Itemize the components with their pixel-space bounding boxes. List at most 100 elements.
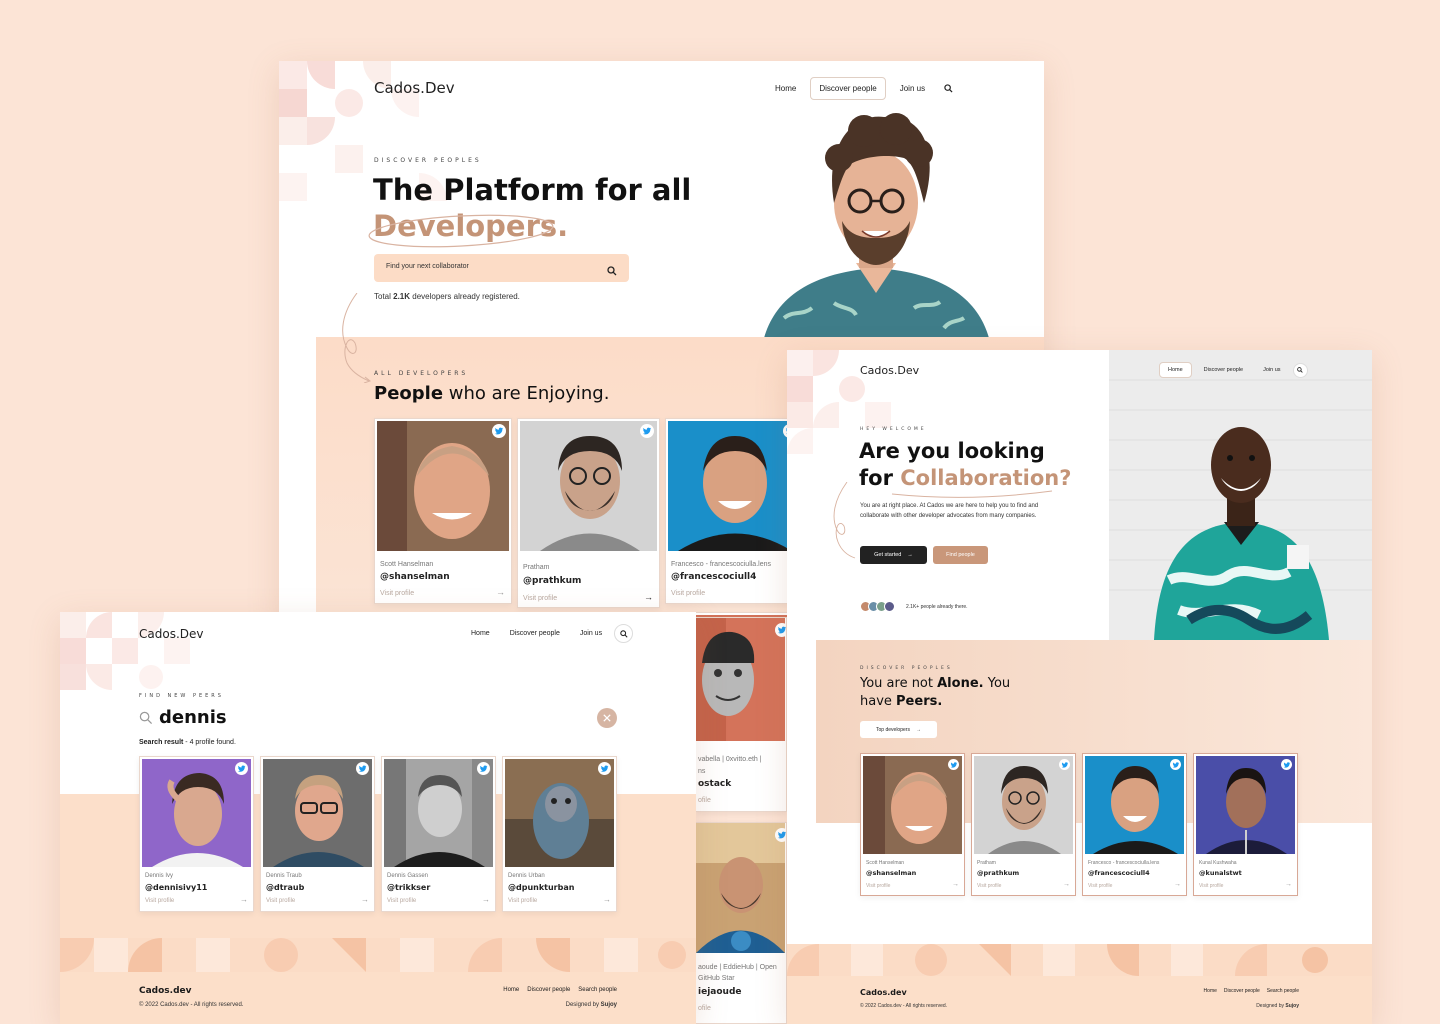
card-name: Francesco - francescociulla.lens	[1088, 860, 1160, 866]
card-handle: @kunalstwt	[1199, 869, 1242, 877]
twitter-icon[interactable]	[1170, 759, 1181, 770]
visit-profile-link[interactable]: Visit profile	[266, 898, 295, 904]
card-handle: @dpunkturban	[508, 883, 575, 892]
card-name-line2: GitHub Star	[698, 975, 735, 982]
arrow-right-icon[interactable]: →	[952, 881, 959, 888]
footer-brand[interactable]: Cados.dev	[139, 986, 192, 996]
card-name: Francesco - francescociulla.lens	[671, 561, 771, 568]
search-icon[interactable]	[1292, 362, 1308, 378]
brand-logo[interactable]: Cados.Dev	[139, 627, 203, 641]
card-handle: @prathkum	[977, 869, 1020, 877]
footer-link-search[interactable]: Search people	[578, 987, 617, 993]
profile-card[interactable]: Francesco - francescociulla.lens @france…	[1082, 753, 1187, 896]
search-result-summary: Search result - 4 profile found.	[139, 739, 236, 746]
visit-profile-link[interactable]: Visit profile	[508, 898, 537, 904]
visit-profile-link[interactable]: Visit profile	[380, 590, 414, 597]
search-icon[interactable]	[607, 263, 617, 281]
welcome-home-window: Cados.Dev Home Discover people Join us H…	[787, 350, 1372, 1024]
top-developers-button[interactable]: Top developers →	[860, 721, 937, 738]
arrow-right-icon[interactable]: →	[482, 895, 490, 904]
get-started-button[interactable]: Get started →	[860, 546, 927, 564]
brand-logo[interactable]: Cados.Dev	[374, 79, 455, 97]
nav-join-us[interactable]: Join us	[892, 80, 933, 97]
footer-link-discover[interactable]: Discover people	[1224, 988, 1260, 994]
section-title-line2: have Peers.	[860, 694, 943, 709]
twitter-icon[interactable]	[598, 762, 611, 775]
card-name: Kunal Kushwaha	[1199, 860, 1237, 866]
arrow-right-icon[interactable]: →	[644, 592, 653, 602]
search-icon	[139, 711, 153, 730]
find-people-button[interactable]: Find people	[933, 546, 988, 564]
twitter-icon[interactable]	[477, 762, 490, 775]
twitter-icon[interactable]	[640, 424, 654, 438]
profile-photo	[384, 759, 493, 867]
profile-card[interactable]: Dennis Urban @dpunkturban Visit profile …	[502, 756, 617, 912]
nav-discover-people[interactable]: Discover people	[502, 626, 568, 641]
nav-join-us[interactable]: Join us	[572, 626, 610, 641]
close-icon	[603, 714, 611, 722]
twitter-icon[interactable]	[235, 762, 248, 775]
twitter-icon[interactable]	[356, 762, 369, 775]
footer-link-home[interactable]: Home	[1204, 988, 1217, 994]
profile-photo	[696, 823, 785, 953]
profile-card[interactable]: Pratham @prathkum Visit profile →	[517, 418, 660, 608]
card-name: Dennis Traub	[266, 873, 302, 879]
search-query-input[interactable]: dennis	[159, 707, 227, 728]
card-name: Dennis Gassen	[387, 873, 429, 879]
profile-card[interactable]: Scott Hanselman @shanselman Visit profil…	[860, 753, 965, 896]
arrow-right-icon[interactable]: →	[603, 895, 611, 904]
twitter-icon[interactable]	[492, 424, 506, 438]
footer-link-discover[interactable]: Discover people	[527, 987, 570, 993]
arrow-right-icon[interactable]: →	[496, 587, 505, 597]
arrow-right-icon[interactable]: →	[1174, 881, 1181, 888]
footer-link-search[interactable]: Search people	[1267, 988, 1299, 994]
twitter-icon[interactable]	[775, 828, 786, 842]
nav-home[interactable]: Home	[463, 626, 498, 641]
arrow-right-icon[interactable]: →	[361, 895, 369, 904]
profile-card[interactable]: Scott Hanselman @shanselman Visit profil…	[374, 418, 512, 604]
people-count: 2.1K+ people already there.	[906, 604, 968, 610]
visit-profile-link[interactable]: Visit profile	[145, 898, 174, 904]
visit-profile-link[interactable]: Visit profile	[866, 883, 890, 889]
visit-profile-link[interactable]: Visit profile	[523, 595, 557, 602]
footer-brand[interactable]: Cados.dev	[860, 988, 907, 997]
twitter-icon[interactable]	[1281, 759, 1292, 770]
arrow-right-icon[interactable]: →	[1285, 881, 1292, 888]
visit-profile-link[interactable]: Visit profile	[977, 883, 1001, 889]
profile-card[interactable]: Dennis Gassen @trikkser Visit profile →	[381, 756, 496, 912]
nav-discover-people[interactable]: Discover people	[1196, 363, 1251, 377]
search-icon[interactable]	[939, 80, 957, 98]
profile-card[interactable]: Kunal Kushwaha @kunalstwt Visit profile …	[1193, 753, 1298, 896]
visit-profile-link[interactable]: Visit profile	[671, 590, 705, 597]
visit-profile-link[interactable]: Visit profile	[1199, 883, 1223, 889]
card-handle: ostack	[698, 779, 732, 789]
clear-search-button[interactable]	[597, 708, 617, 728]
footer-link-home[interactable]: Home	[503, 987, 519, 993]
visit-profile-link[interactable]: ofile	[698, 1005, 711, 1012]
nav-discover-people[interactable]: Discover people	[810, 77, 886, 100]
profile-photo	[668, 421, 800, 551]
arrow-right-icon[interactable]: →	[240, 895, 248, 904]
search-bar[interactable]: Find your next collaborator	[374, 254, 629, 282]
twitter-icon[interactable]	[775, 623, 786, 637]
profile-card[interactable]: aoude | EddieHub | Open GitHub Star ieja…	[696, 822, 787, 1024]
visit-profile-link[interactable]: Visit profile	[387, 898, 416, 904]
footer-links: Home Discover people Search people	[503, 987, 617, 993]
profile-card[interactable]: Francesco - francescociulla.lens @france…	[665, 418, 803, 604]
profile-card[interactable]: Pratham @prathkum Visit profile →	[971, 753, 1076, 896]
nav-join-us[interactable]: Join us	[1255, 363, 1288, 377]
visit-profile-link[interactable]: Visit profile	[1088, 883, 1112, 889]
nav-home[interactable]: Home	[1159, 362, 1192, 378]
twitter-icon[interactable]	[1059, 759, 1070, 770]
hero-title-line1: Are you looking	[859, 439, 1045, 463]
profile-card[interactable]: vabella | 0xvitto.eth | ns ostack ofile	[696, 617, 787, 812]
visit-profile-link[interactable]: ofile	[698, 797, 711, 804]
arrow-right-icon[interactable]: →	[1063, 881, 1070, 888]
twitter-icon[interactable]	[948, 759, 959, 770]
profile-card[interactable]: Dennis Traub @dtraub Visit profile →	[260, 756, 375, 912]
search-icon[interactable]	[614, 624, 634, 643]
nav-home[interactable]: Home	[767, 80, 804, 97]
profile-photo	[1085, 756, 1184, 854]
profile-card[interactable]: Dennis Ivy @dennisivy11 Visit profile →	[139, 756, 254, 912]
brand-logo[interactable]: Cados.Dev	[860, 364, 919, 377]
